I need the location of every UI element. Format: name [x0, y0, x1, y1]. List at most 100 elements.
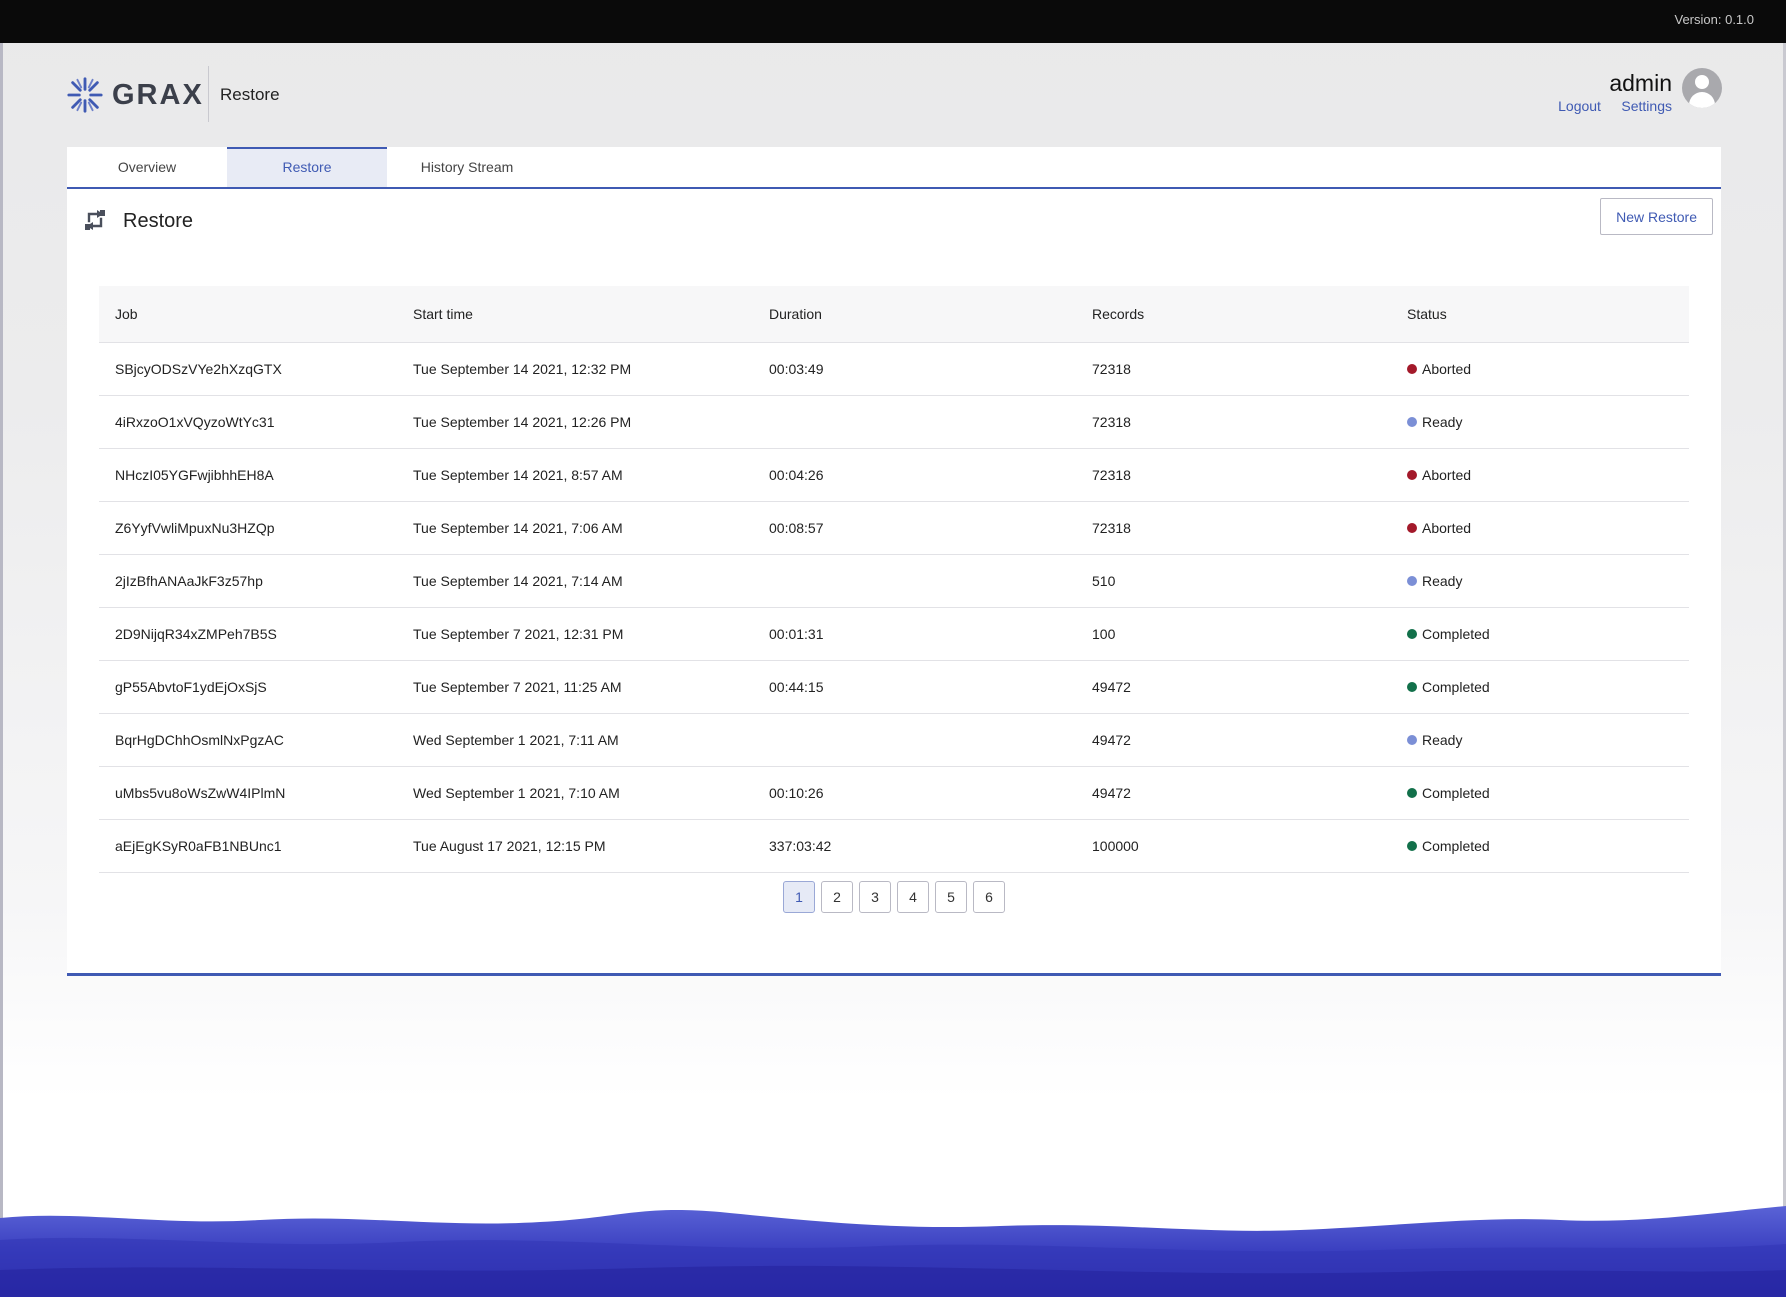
table-row[interactable]: 4iRxzoO1xVQyzoWtYc31Tue September 14 202… — [99, 395, 1689, 448]
status-badge: Ready — [1407, 573, 1462, 589]
status-text: Aborted — [1422, 520, 1471, 536]
job-id-cell: aEjEgKSyR0aFB1NBUnc1 — [99, 819, 397, 872]
page-button-4[interactable]: 4 — [897, 881, 929, 913]
restore-jobs-table: Job Start time Duration Records Status S… — [99, 286, 1689, 873]
duration-cell — [753, 713, 1076, 766]
duration-cell: 337:03:42 — [753, 819, 1076, 872]
job-id-cell: gP55AbvtoF1ydEjOxSjS — [99, 660, 397, 713]
status-text: Completed — [1422, 626, 1490, 642]
user-avatar-icon[interactable] — [1682, 68, 1722, 108]
column-header-status[interactable]: Status — [1391, 286, 1689, 342]
status-cell: Ready — [1391, 713, 1689, 766]
header-divider — [208, 66, 209, 122]
avatar-head — [1695, 75, 1709, 89]
restore-panel: Restore New Restore Job Start time Durat… — [67, 189, 1721, 976]
status-dot-icon — [1407, 417, 1417, 427]
logo-text: GRAX — [112, 79, 204, 112]
status-cell: Aborted — [1391, 342, 1689, 395]
status-cell: Aborted — [1391, 501, 1689, 554]
status-badge: Aborted — [1407, 361, 1471, 377]
status-text: Completed — [1422, 679, 1490, 695]
table-row[interactable]: uMbs5vu8oWsZwW4IPlmNWed September 1 2021… — [99, 766, 1689, 819]
status-badge: Ready — [1407, 732, 1462, 748]
panel-title: Restore — [123, 210, 193, 233]
records-cell: 49472 — [1076, 660, 1391, 713]
status-badge: Aborted — [1407, 520, 1471, 536]
user-menu: admin Logout Settings — [1542, 70, 1672, 116]
version-label: Version: 0.1.0 — [1675, 12, 1755, 27]
duration-cell: 00:44:15 — [753, 660, 1076, 713]
avatar-body — [1689, 92, 1715, 108]
records-cell: 100 — [1076, 607, 1391, 660]
duration-cell — [753, 554, 1076, 607]
app-title: Restore — [220, 85, 280, 105]
status-cell: Completed — [1391, 766, 1689, 819]
pagination: 123456 — [67, 881, 1721, 913]
tab-overview[interactable]: Overview — [67, 147, 227, 187]
main-tabs: Overview Restore History Stream — [67, 147, 1721, 189]
table-row[interactable]: 2D9NijqR34xZMPeh7B5STue September 7 2021… — [99, 607, 1689, 660]
tab-restore[interactable]: Restore — [227, 147, 387, 187]
page-button-5[interactable]: 5 — [935, 881, 967, 913]
records-cell: 49472 — [1076, 766, 1391, 819]
records-cell: 100000 — [1076, 819, 1391, 872]
records-cell: 72318 — [1076, 342, 1391, 395]
start-time-cell: Tue August 17 2021, 12:15 PM — [397, 819, 753, 872]
job-id-cell: uMbs5vu8oWsZwW4IPlmN — [99, 766, 397, 819]
duration-cell: 00:08:57 — [753, 501, 1076, 554]
top-bar: Version: 0.1.0 — [0, 0, 1786, 43]
start-time-cell: Tue September 7 2021, 12:31 PM — [397, 607, 753, 660]
status-dot-icon — [1407, 841, 1417, 851]
status-cell: Completed — [1391, 607, 1689, 660]
status-text: Aborted — [1422, 361, 1471, 377]
page-button-2[interactable]: 2 — [821, 881, 853, 913]
status-dot-icon — [1407, 523, 1417, 533]
page-button-1[interactable]: 1 — [783, 881, 815, 913]
status-text: Completed — [1422, 838, 1490, 854]
table-row[interactable]: 2jIzBfhANAaJkF3z57hpTue September 14 202… — [99, 554, 1689, 607]
table-row[interactable]: SBjcyODSzVYe2hXzqGTXTue September 14 202… — [99, 342, 1689, 395]
table-row[interactable]: BqrHgDChhOsmlNxPgzACWed September 1 2021… — [99, 713, 1689, 766]
status-badge: Completed — [1407, 679, 1490, 695]
window-edge-left — [0, 0, 3, 1297]
status-dot-icon — [1407, 735, 1417, 745]
start-time-cell: Tue September 7 2021, 11:25 AM — [397, 660, 753, 713]
start-time-cell: Tue September 14 2021, 12:32 PM — [397, 342, 753, 395]
logout-link[interactable]: Logout — [1558, 98, 1601, 114]
start-time-cell: Tue September 14 2021, 7:06 AM — [397, 501, 753, 554]
start-time-cell: Wed September 1 2021, 7:10 AM — [397, 766, 753, 819]
column-header-duration[interactable]: Duration — [753, 286, 1076, 342]
start-time-cell: Tue September 14 2021, 8:57 AM — [397, 448, 753, 501]
status-cell: Ready — [1391, 395, 1689, 448]
column-header-start-time[interactable]: Start time — [397, 286, 753, 342]
status-dot-icon — [1407, 629, 1417, 639]
column-header-job[interactable]: Job — [99, 286, 397, 342]
status-text: Completed — [1422, 785, 1490, 801]
table-row[interactable]: aEjEgKSyR0aFB1NBUnc1Tue August 17 2021, … — [99, 819, 1689, 872]
duration-cell: 00:01:31 — [753, 607, 1076, 660]
duration-cell: 00:04:26 — [753, 448, 1076, 501]
status-dot-icon — [1407, 682, 1417, 692]
settings-link[interactable]: Settings — [1621, 98, 1672, 114]
status-badge: Completed — [1407, 838, 1490, 854]
restore-arrows-icon — [83, 208, 107, 232]
job-id-cell: 2jIzBfhANAaJkF3z57hp — [99, 554, 397, 607]
table-row[interactable]: NHczI05YGFwjibhhEH8ATue September 14 202… — [99, 448, 1689, 501]
tab-history-stream[interactable]: History Stream — [387, 147, 547, 187]
column-header-records[interactable]: Records — [1076, 286, 1391, 342]
status-badge: Aborted — [1407, 467, 1471, 483]
user-links: Logout Settings — [1542, 98, 1672, 116]
duration-cell: 00:03:49 — [753, 342, 1076, 395]
page-button-6[interactable]: 6 — [973, 881, 1005, 913]
table-row[interactable]: gP55AbvtoF1ydEjOxSjSTue September 7 2021… — [99, 660, 1689, 713]
new-restore-button[interactable]: New Restore — [1600, 198, 1713, 235]
records-cell: 72318 — [1076, 395, 1391, 448]
table-row[interactable]: Z6YyfVwliMpuxNu3HZQpTue September 14 202… — [99, 501, 1689, 554]
status-text: Ready — [1422, 414, 1462, 430]
job-id-cell: SBjcyODSzVYe2hXzqGTX — [99, 342, 397, 395]
grax-logo[interactable]: GRAX — [66, 76, 204, 114]
status-text: Ready — [1422, 732, 1462, 748]
duration-cell — [753, 395, 1076, 448]
job-id-cell: 4iRxzoO1xVQyzoWtYc31 — [99, 395, 397, 448]
page-button-3[interactable]: 3 — [859, 881, 891, 913]
